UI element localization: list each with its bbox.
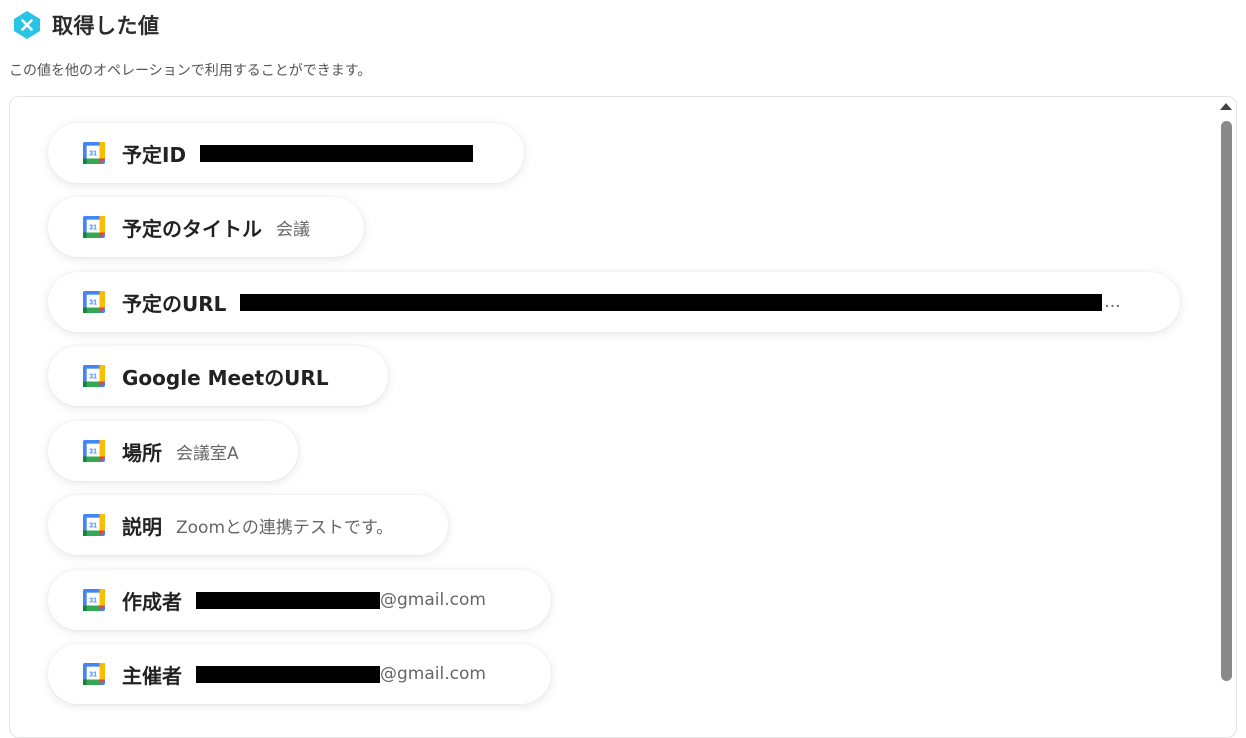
google-calendar-icon: [83, 142, 105, 164]
scroll-up-arrow-icon[interactable]: [1220, 103, 1232, 110]
chip-label: 予定のURL: [122, 291, 227, 316]
redacted-value: [240, 293, 1103, 311]
values-panel: 予定ID 予定のタイトル 会議 予定のURL ... Google MeetのU…: [9, 96, 1237, 738]
google-calendar-icon: [83, 589, 105, 611]
chip-label: 主催者: [122, 663, 182, 688]
value-chip-organizer[interactable]: 主催者 @gmail.com: [48, 644, 551, 704]
chip-label: 場所: [122, 440, 162, 465]
google-calendar-icon: [83, 291, 105, 313]
google-calendar-icon: [83, 216, 105, 238]
yoom-logo-icon: [14, 11, 40, 39]
section-title: 取得した値: [52, 14, 160, 38]
value-chip-event-title[interactable]: 予定のタイトル 会議: [48, 197, 364, 257]
google-calendar-icon: [83, 365, 105, 387]
value-chip-location[interactable]: 場所 会議室A: [48, 421, 298, 481]
section-description: この値を他のオペレーションで利用することができます。: [9, 63, 372, 79]
chip-value: 会議室A: [176, 443, 239, 464]
section-header: 取得した値: [12, 8, 160, 42]
value-chip-event-url[interactable]: 予定のURL ...: [48, 272, 1180, 332]
chip-value: Zoomとの連携テストです。: [176, 517, 394, 538]
chip-label: 予定ID: [122, 142, 187, 167]
chip-label: 作成者: [122, 589, 182, 614]
chip-label: 説明: [122, 514, 162, 539]
email-domain: @gmail.com: [380, 664, 486, 684]
chip-label: Google MeetのURL: [122, 365, 329, 390]
google-calendar-icon: [83, 514, 105, 536]
scrollbar-thumb[interactable]: [1221, 121, 1232, 681]
value-chip-event-id[interactable]: 予定ID: [48, 123, 524, 183]
value-chip-meet-url[interactable]: Google MeetのURL: [48, 346, 388, 406]
truncation-ellipsis: ...: [1104, 292, 1121, 312]
google-calendar-icon: [83, 440, 105, 462]
email-domain: @gmail.com: [380, 590, 486, 610]
google-calendar-icon: [83, 663, 105, 685]
value-chip-description[interactable]: 説明 Zoomとの連携テストです。: [48, 495, 448, 555]
value-chip-creator[interactable]: 作成者 @gmail.com: [48, 570, 551, 630]
chip-value: 会議: [276, 219, 310, 240]
redacted-value: [196, 591, 380, 609]
chip-label: 予定のタイトル: [122, 216, 262, 241]
redacted-value: [200, 144, 474, 162]
scrollbar-track[interactable]: [1221, 115, 1233, 715]
redacted-value: [196, 665, 380, 683]
